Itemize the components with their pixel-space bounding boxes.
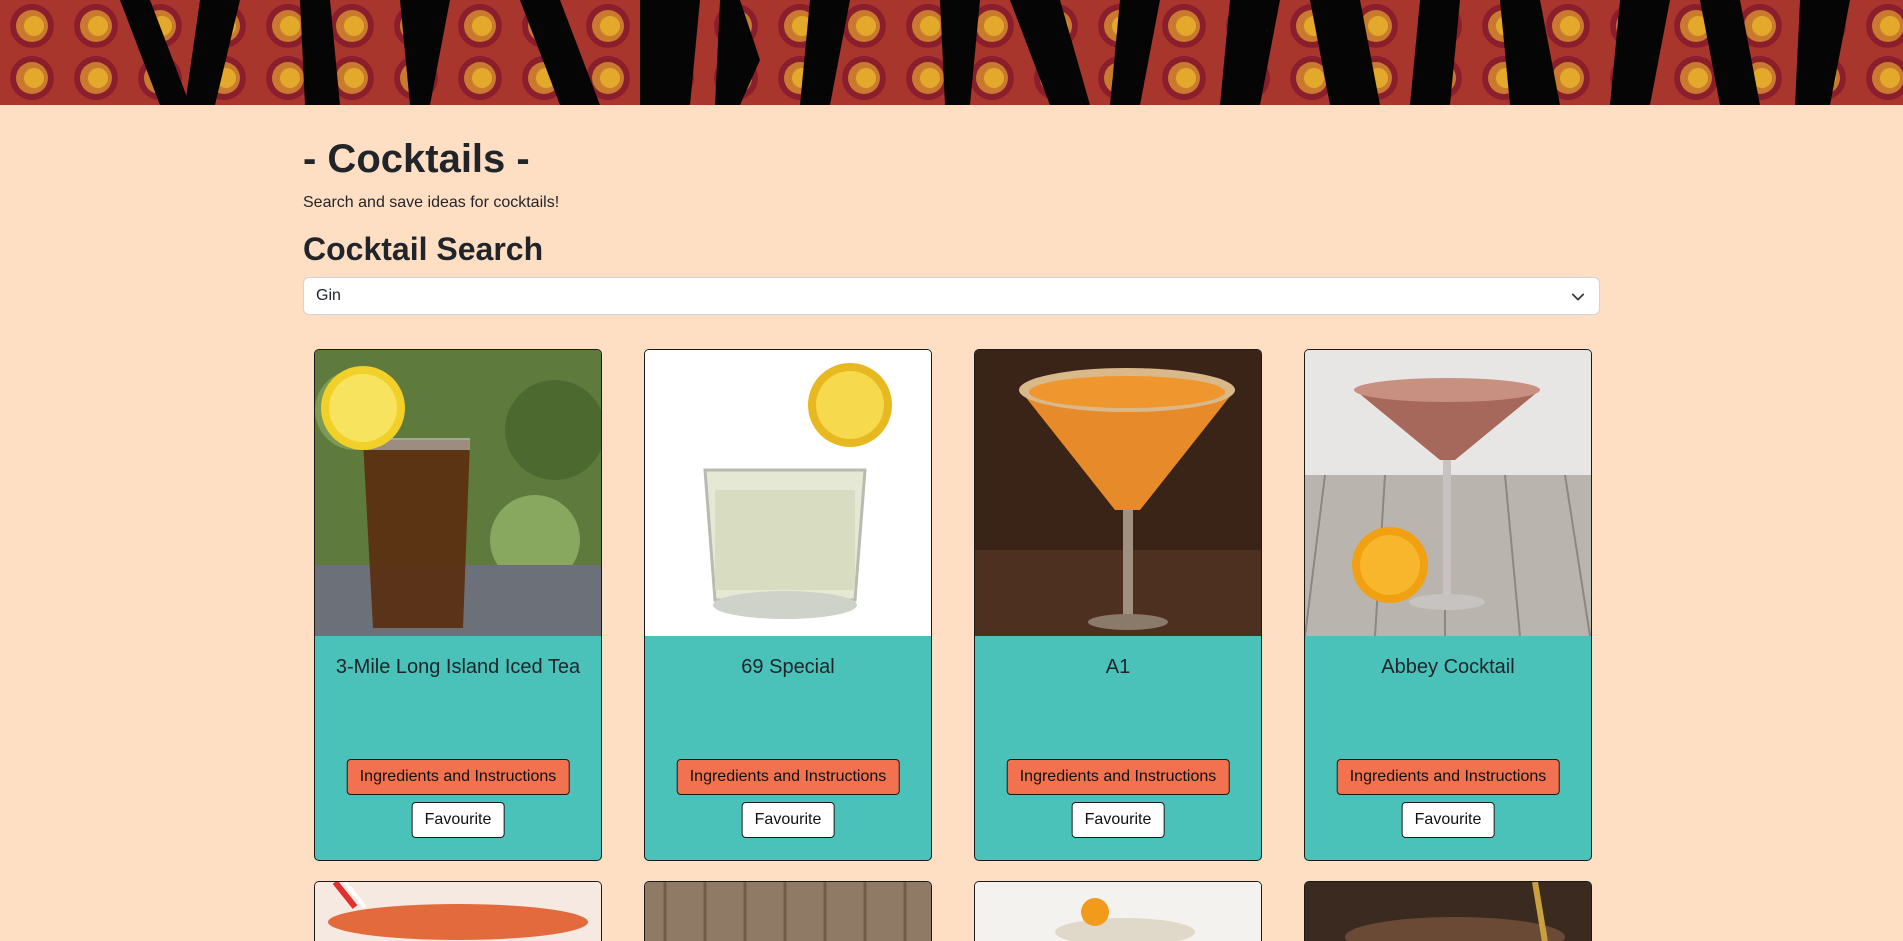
ingredients-instructions-button[interactable]: Ingredients and Instructions <box>1336 759 1560 795</box>
cocktail-name: A1 <box>1105 656 1131 678</box>
favourite-button[interactable]: Favourite <box>1401 802 1495 838</box>
ingredients-instructions-button[interactable]: Ingredients and Instructions <box>676 759 900 795</box>
cocktail-card: 69 Special Ingredients and Instructions … <box>644 349 932 861</box>
cocktail-name: 3-Mile Long Island Iced Tea <box>335 656 581 678</box>
cocktail-image <box>1305 350 1591 636</box>
chevron-down-icon <box>1571 293 1585 301</box>
cocktail-image <box>975 882 1261 941</box>
page-title: - Cocktails - <box>303 137 530 181</box>
ingredients-instructions-button[interactable]: Ingredients and Instructions <box>346 759 570 795</box>
cocktail-name: 69 Special <box>741 656 835 678</box>
cocktail-card: 3-Mile Long Island Iced Tea Ingredients … <box>314 349 602 861</box>
ingredients-instructions-button[interactable]: Ingredients and Instructions <box>1006 759 1230 795</box>
cocktail-name: Abbey Cocktail <box>1381 656 1515 678</box>
banner-pattern <box>0 0 1903 105</box>
favourite-button[interactable]: Favourite <box>1071 802 1165 838</box>
cocktail-image <box>975 350 1261 636</box>
cocktail-image <box>645 350 931 636</box>
cocktail-image <box>1305 882 1591 941</box>
search-heading: Cocktail Search <box>303 231 544 267</box>
cocktail-card <box>644 881 932 941</box>
cocktail-card <box>1304 881 1592 941</box>
ingredient-select-value: Gin <box>316 287 341 304</box>
cocktail-card <box>314 881 602 941</box>
cocktail-image <box>315 882 601 941</box>
favourite-button[interactable]: Favourite <box>411 802 505 838</box>
cocktail-card: A1 Ingredients and Instructions Favourit… <box>974 349 1262 861</box>
page-subtitle: Search and save ideas for cocktails! <box>303 194 560 211</box>
cocktail-card: Abbey Cocktail Ingredients and Instructi… <box>1304 349 1592 861</box>
cocktail-image <box>645 882 931 941</box>
favourite-button[interactable]: Favourite <box>741 802 835 838</box>
cocktail-image <box>315 350 601 636</box>
ingredient-select[interactable]: Gin <box>303 277 1600 315</box>
header-banner <box>0 0 1903 105</box>
cocktail-card <box>974 881 1262 941</box>
